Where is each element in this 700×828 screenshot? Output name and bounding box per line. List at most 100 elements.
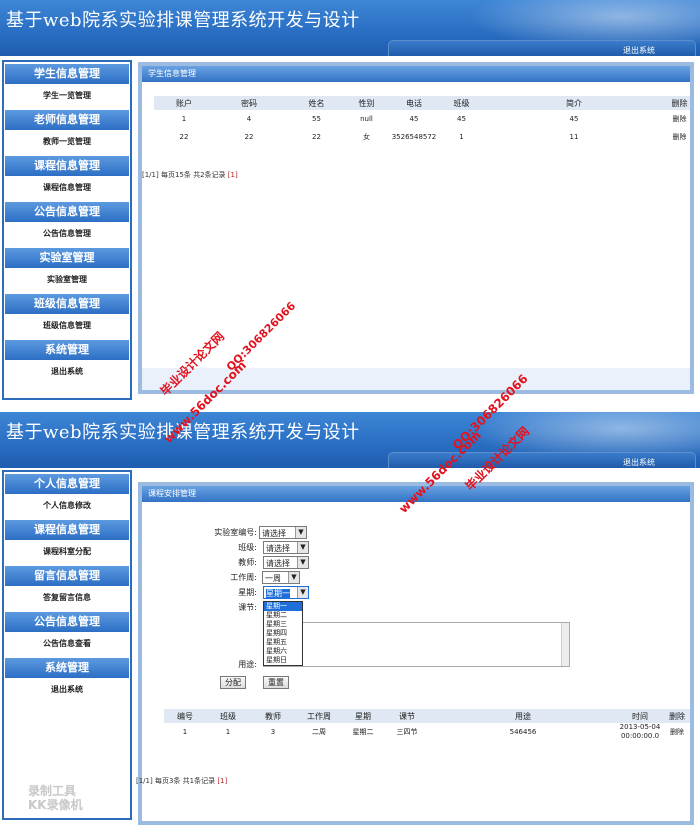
day-option[interactable]: 星期五 [264, 638, 302, 647]
class-select-value: 请选择 [266, 544, 290, 553]
class-select[interactable]: 请选择 ▼ [263, 541, 309, 554]
table-cell: 45 [457, 115, 466, 123]
column-header: 班级 [444, 96, 479, 110]
reset-button[interactable]: 重置 [263, 676, 289, 689]
column-header: 工作周 [296, 709, 342, 723]
week-select[interactable]: 一周 ▼ [262, 571, 300, 584]
page-link[interactable]: [1] [228, 171, 238, 179]
sidebar-item-teacher-list[interactable]: 教师一览管理 [4, 130, 130, 154]
table-cell: 45 [569, 115, 579, 123]
sidebar-item-class[interactable]: 班级信息管理 [4, 314, 130, 338]
recorder-watermark: 录制工具 KK录像机 [28, 784, 83, 812]
table-cell: 二周 [312, 728, 326, 736]
delete-link[interactable]: 删除 [669, 128, 690, 146]
delete-link[interactable]: 删除 [669, 110, 690, 128]
sidebar-section-student[interactable]: 学生信息管理 [5, 64, 129, 84]
table-row: 1 1 3 二周 星期二 三四节 546456 2013-05-04 00:00… [164, 723, 690, 741]
sidebar-section-notice[interactable]: 公告信息管理 [5, 202, 129, 222]
sidebar-item-logout[interactable]: 退出系统 [4, 678, 130, 702]
table-cell: 45 [409, 115, 419, 123]
day-option[interactable]: 星期一 [264, 602, 302, 611]
class-row: 班级: 请选择 ▼ [142, 541, 442, 555]
page-link[interactable]: [1] [217, 777, 227, 785]
sidebar-section-message[interactable]: 留言信息管理 [5, 566, 129, 586]
teacher-select[interactable]: 请选择 ▼ [263, 556, 309, 569]
lab-label: 实验室编号: [214, 528, 257, 537]
day-label: 星期: [238, 588, 257, 597]
textarea-scrollbar[interactable] [561, 623, 569, 666]
column-header: 星期 [342, 709, 384, 723]
table-cell: 3526548572 [391, 133, 437, 141]
delete-link[interactable]: 删除 [664, 723, 690, 741]
student-management-screen: 基于web院系实验排课管理系统开发与设计 退出系统 学生信息管理 学生一览管理 … [0, 0, 700, 405]
table-cell: 星期二 [352, 728, 374, 736]
column-header: 电话 [384, 96, 444, 110]
table-row: 1 4 55 null 45 45 45 删除 [154, 110, 690, 128]
content-footer [142, 368, 690, 390]
table-cell: 22 [244, 133, 254, 141]
teacher-label: 教师: [238, 558, 257, 567]
lab-select[interactable]: 请选择 ▼ [259, 526, 307, 539]
day-option[interactable]: 星期六 [264, 647, 302, 656]
sidebar-item-logout[interactable]: 退出系统 [4, 360, 130, 384]
sidebar-section-lab[interactable]: 实验室管理 [5, 248, 129, 268]
column-header: 性别 [349, 96, 384, 110]
chevron-down-icon: ▼ [295, 527, 306, 538]
table-cell: 2013-05-04 00:00:00.0 [619, 723, 661, 740]
column-header: 密码 [214, 96, 284, 110]
week-select-value: 一周 [265, 574, 281, 583]
student-table: 账户 密码 姓名 性别 电话 班级 简介 删除 1 4 55 null 45 4… [154, 96, 690, 146]
sidebar-section-course[interactable]: 课程信息管理 [5, 156, 129, 176]
sidebar-section-system[interactable]: 系统管理 [5, 658, 129, 678]
day-option[interactable]: 星期三 [264, 620, 302, 629]
recorder-line2: KK录像机 [28, 798, 83, 812]
sidebar-section-class[interactable]: 班级信息管理 [5, 294, 129, 314]
table-header-row: 账户 密码 姓名 性别 电话 班级 简介 删除 [154, 96, 690, 110]
recorder-line1: 录制工具 [28, 784, 77, 798]
sidebar-item-profile[interactable]: 个人信息修改 [4, 494, 130, 518]
sidebar-item-course[interactable]: 课程信息管理 [4, 176, 130, 200]
logout-top-button[interactable]: 退出系统 [388, 40, 696, 56]
pagination: [1/1] 每页15条 共2条记录 [1] [142, 170, 238, 180]
schedule-table: 编号 班级 教师 工作周 星期 课节 用途 时间 删除 1 1 3 二周 星期二… [164, 709, 690, 741]
table-cell: 1 [181, 115, 187, 123]
table-cell: 3 [270, 728, 276, 736]
sidebar-section-personal[interactable]: 个人信息管理 [5, 474, 129, 494]
table-cell: 1 [459, 133, 464, 141]
column-header: 班级 [206, 709, 250, 723]
sidebar: 学生信息管理 学生一览管理 老师信息管理 教师一览管理 课程信息管理 课程信息管… [2, 60, 132, 400]
day-select-value: 星期一 [266, 589, 290, 598]
day-select[interactable]: 星期一 ▼ [263, 586, 309, 599]
sidebar-item-course-assign[interactable]: 课程科室分配 [4, 540, 130, 564]
assign-button[interactable]: 分配 [220, 676, 246, 689]
page-title: 课程安排管理 [142, 486, 690, 502]
sidebar-section-teacher[interactable]: 老师信息管理 [5, 110, 129, 130]
table-cell: 11 [569, 133, 579, 141]
purpose-label: 用途: [238, 660, 257, 669]
day-row: 星期: 星期一 ▼ [142, 586, 442, 600]
table-row: 22 22 22 女 3526548572 1 11 删除 [154, 128, 690, 146]
chevron-down-icon: ▼ [297, 542, 308, 553]
sidebar-item-lab[interactable]: 实验室管理 [4, 268, 130, 292]
table-cell: 三四节 [396, 728, 418, 736]
table-cell: 22 [312, 133, 321, 141]
table-cell: 546456 [509, 728, 537, 736]
sidebar-item-notice[interactable]: 公告信息查看 [4, 632, 130, 656]
sidebar-item-reply[interactable]: 答复留言信息 [4, 586, 130, 610]
week-row: 工作周: 一周 ▼ [142, 571, 442, 585]
sidebar-item-student-list[interactable]: 学生一览管理 [4, 84, 130, 108]
sidebar-section-course[interactable]: 课程信息管理 [5, 520, 129, 540]
logout-top-button[interactable]: 退出系统 [388, 452, 696, 468]
chevron-down-icon: ▼ [297, 587, 308, 598]
sidebar-section-system[interactable]: 系统管理 [5, 340, 129, 360]
sidebar-section-notice[interactable]: 公告信息管理 [5, 612, 129, 632]
column-header: 教师 [250, 709, 296, 723]
column-header: 删除 [664, 709, 690, 723]
column-header: 姓名 [284, 96, 349, 110]
day-option[interactable]: 星期日 [264, 656, 302, 665]
main-content: 学生信息管理 账户 密码 姓名 性别 电话 班级 简介 删除 1 4 55 nu… [138, 62, 694, 394]
column-header: 时间 [616, 709, 664, 723]
day-option[interactable]: 星期二 [264, 611, 302, 620]
sidebar-item-notice[interactable]: 公告信息管理 [4, 222, 130, 246]
day-option[interactable]: 星期四 [264, 629, 302, 638]
